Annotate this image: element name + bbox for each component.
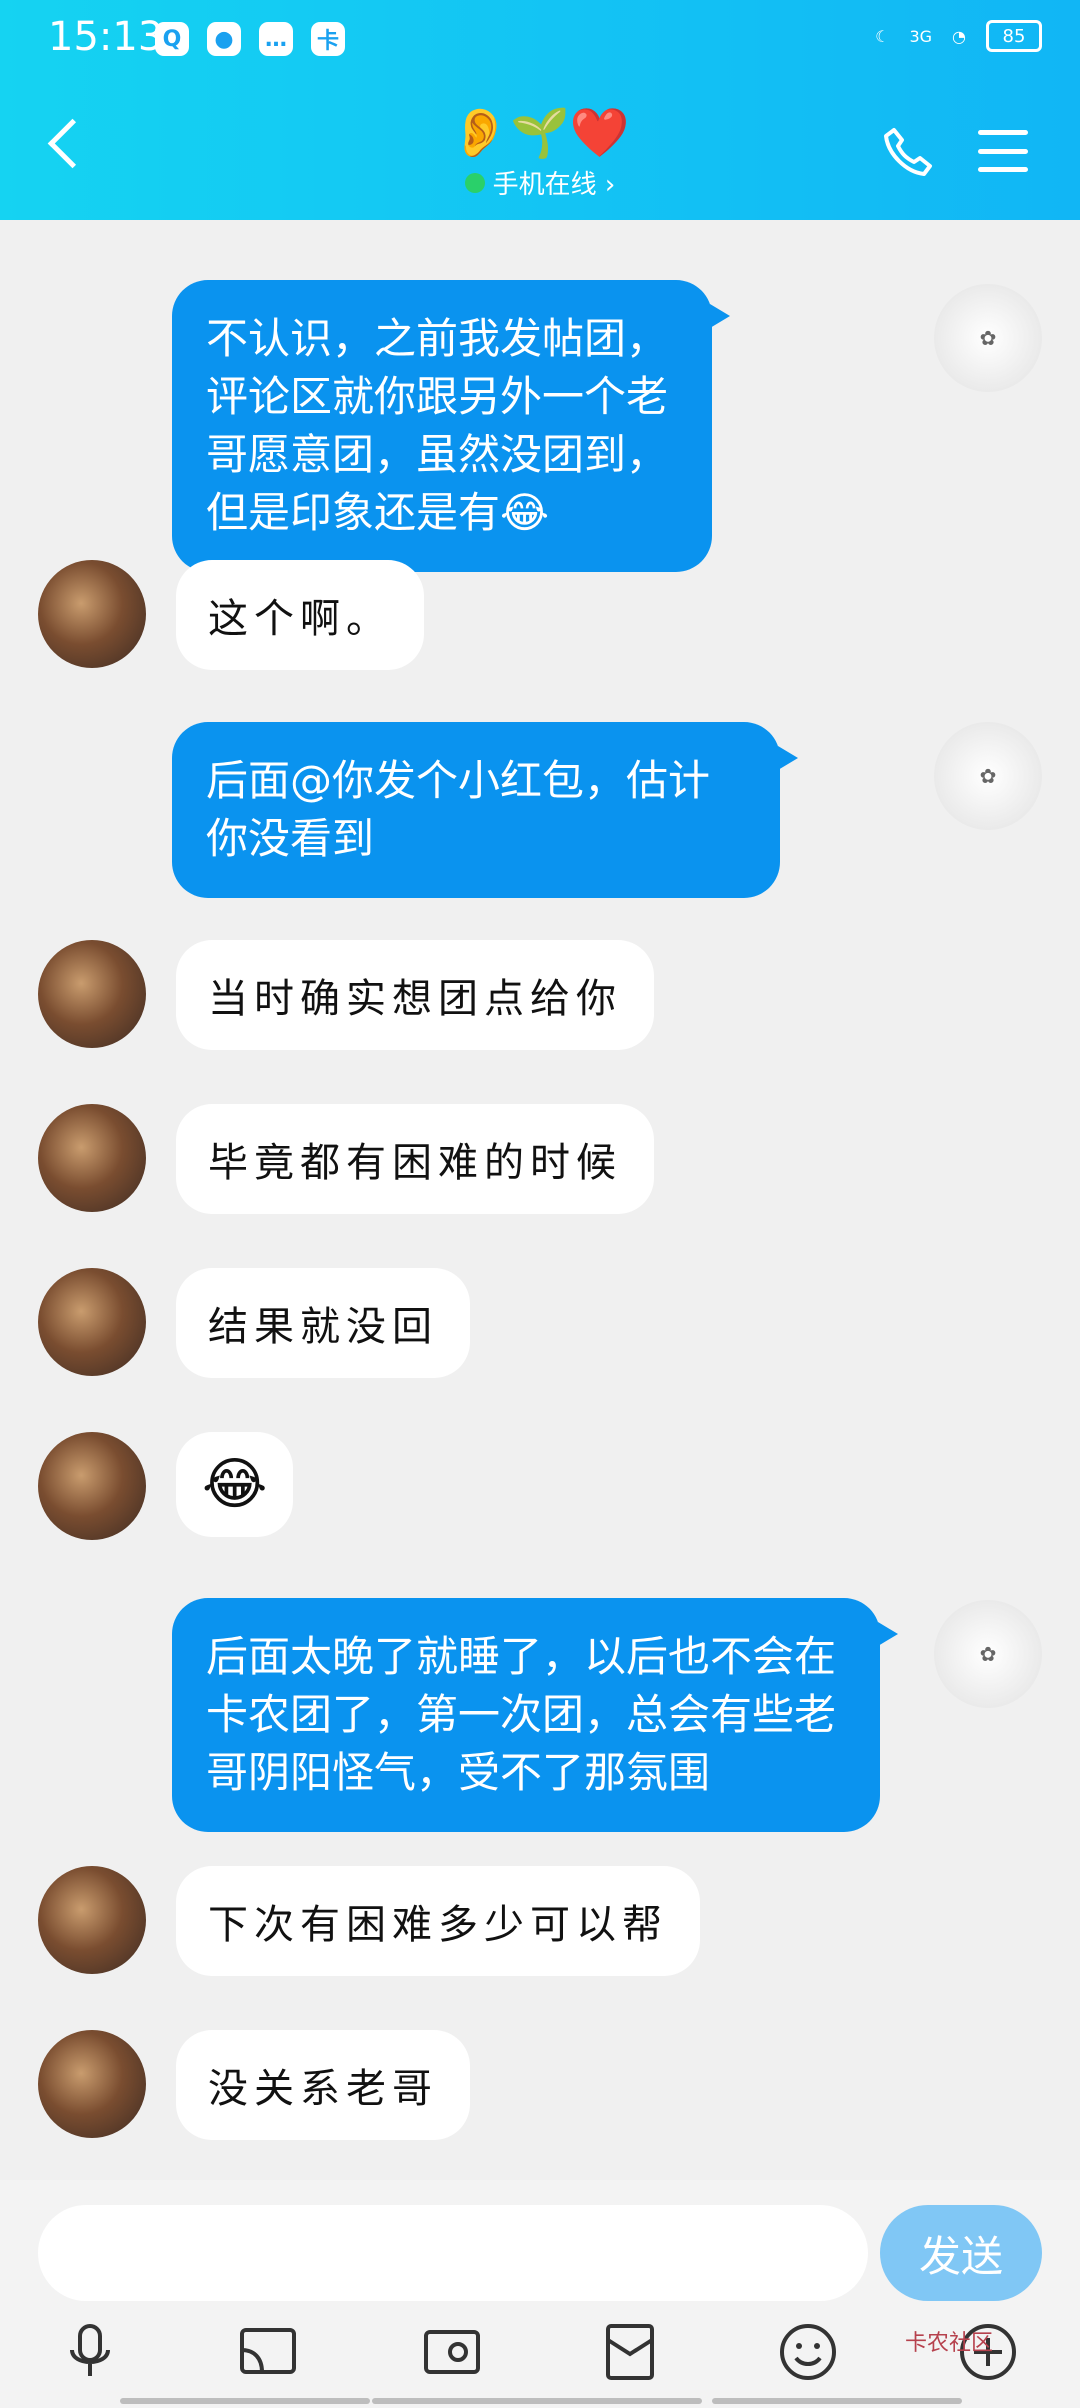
message-bubble-received[interactable]: 毕竟都有困难的时候 <box>176 1104 654 1214</box>
input-bar: 发送 卡农社区 <box>0 2180 1080 2408</box>
contact-name-icons: 👂🌱❤️ <box>450 105 630 161</box>
online-status-text: 手机在线 › <box>492 170 616 200</box>
red-packet-icon[interactable] <box>598 2320 662 2384</box>
bank-notification-icon: 卡 <box>311 22 345 56</box>
battery-level: 85 <box>1002 25 1026 47</box>
chat-title[interactable]: 👂🌱❤️ 手机在线 › <box>400 108 680 201</box>
photo-icon[interactable] <box>420 2320 484 2384</box>
message-bubble-sent[interactable]: 后面@你发个小红包，估计你没看到 <box>172 722 798 898</box>
my-avatar[interactable]: ✿ <box>934 1600 1042 1708</box>
chat-header: 15:13 Q ● … 卡 ☾ 3G ◔ 85 👂🌱❤️ 手机在线 › <box>0 0 1080 220</box>
contact-avatar[interactable] <box>38 1866 146 1974</box>
nav-indicator <box>372 2398 702 2404</box>
moon-icon: ☾ <box>875 26 890 46</box>
back-icon[interactable] <box>47 118 98 169</box>
message-input[interactable] <box>38 2205 868 2301</box>
qq-notification-icon: Q <box>155 22 189 56</box>
chat-message-list[interactable]: 不认识，之前我发帖团，评论区就你跟另外一个老哥愿意团，虽然没团到，但是印象还是有… <box>0 220 1080 2180</box>
message-bubble-received[interactable]: 下次有困难多少可以帮 <box>176 1866 700 1976</box>
nav-indicator <box>120 2398 370 2404</box>
message-bubble-received[interactable]: 这个啊。 <box>176 560 424 670</box>
contact-avatar[interactable] <box>38 1104 146 1212</box>
notification-icons: Q ● … 卡 <box>155 22 345 56</box>
message-bubble-sent[interactable]: 不认识，之前我发帖团，评论区就你跟另外一个老哥愿意团，虽然没团到，但是印象还是有… <box>172 280 730 572</box>
menu-icon[interactable] <box>978 130 1028 172</box>
online-status[interactable]: 手机在线 › <box>400 164 680 201</box>
status-bar: 15:13 Q ● … 卡 ☾ 3G ◔ 85 <box>0 0 1080 80</box>
contact-avatar[interactable] <box>38 560 146 668</box>
wifi-icon: ◔ <box>952 26 966 46</box>
contact-avatar[interactable] <box>38 2030 146 2138</box>
message-bubble-received[interactable]: 😂 <box>176 1432 294 1537</box>
my-avatar[interactable]: ✿ <box>934 722 1042 830</box>
message-bubble-sent[interactable]: 后面太晚了就睡了，以后也不会在卡农团了，第一次团，总会有些老哥阴阳怪气，受不了那… <box>172 1598 898 1832</box>
my-avatar[interactable]: ✿ <box>934 284 1042 392</box>
emoji-icon[interactable] <box>776 2320 840 2384</box>
message-bubble-received[interactable]: 没关系老哥 <box>176 2030 470 2140</box>
send-button[interactable]: 发送 <box>880 2205 1042 2301</box>
contact-avatar[interactable] <box>38 1268 146 1376</box>
nav-indicator <box>712 2398 962 2404</box>
app-notification-icon: ● <box>207 22 241 56</box>
contact-avatar[interactable] <box>38 940 146 1048</box>
battery-icon: 85 <box>986 20 1042 52</box>
message-notification-icon: … <box>259 22 293 56</box>
watermark: 卡农社区 <box>905 2331 994 2356</box>
status-time: 15:13 <box>48 14 164 60</box>
network-label: 3G <box>909 26 933 46</box>
phone-icon[interactable] <box>880 124 936 180</box>
cast-icon[interactable] <box>236 2320 300 2384</box>
online-dot-icon <box>464 172 485 193</box>
contact-avatar[interactable] <box>38 1432 146 1540</box>
message-bubble-received[interactable]: 结果就没回 <box>176 1268 470 1378</box>
system-status-icons: ☾ 3G ◔ 85 <box>875 20 1042 52</box>
message-bubble-received[interactable]: 当时确实想团点给你 <box>176 940 654 1050</box>
microphone-icon[interactable] <box>58 2320 122 2384</box>
